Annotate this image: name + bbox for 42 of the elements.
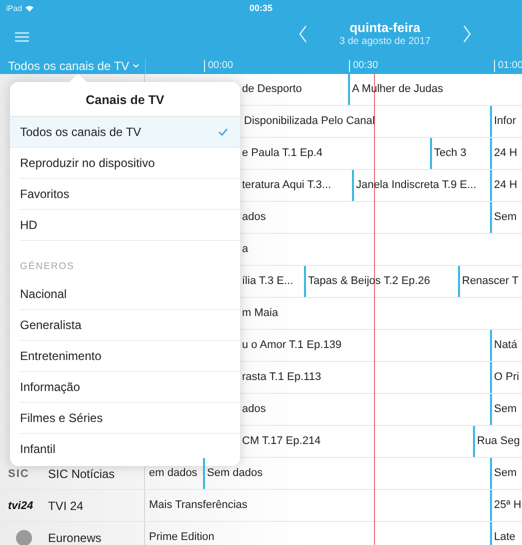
next-day-icon[interactable] (462, 24, 472, 42)
day-title: quinta-feira (348, 20, 422, 35)
device-label: iPad (6, 4, 22, 12)
program-entry[interactable]: e Paula T.1 Ep.4 (240, 138, 430, 169)
clock-time: 00:35 (248, 3, 274, 13)
program-entry[interactable]: CM T.17 Ep.214 (240, 426, 473, 457)
date-subtitle: 3 de agosto de 2017 (338, 36, 432, 47)
menu-item[interactable]: Informação (20, 372, 240, 403)
menu-item[interactable]: Todos os canais de TV (10, 117, 240, 148)
program-entry[interactable]: ília T.3 E... (240, 266, 304, 297)
program-entry[interactable]: ados (240, 394, 490, 425)
menu-item[interactable]: Favoritos (20, 179, 240, 210)
program-entry[interactable]: Mais Transferências (147, 490, 490, 521)
menu-item[interactable]: Filmes e Séries (20, 403, 240, 434)
menu-item[interactable]: Nacional (20, 279, 240, 310)
menu-item[interactable]: Generalista (20, 310, 240, 341)
program-entry[interactable]: Prime Edition (147, 522, 490, 545)
wifi-icon (25, 4, 34, 12)
program-entry[interactable]: rasta T.1 Ep.113 (240, 362, 490, 393)
program-entry[interactable]: m Maia (240, 298, 522, 329)
menu-icon[interactable] (15, 32, 29, 42)
program-entry[interactable]: Late (490, 522, 522, 545)
time-label: 00:30 (349, 60, 378, 72)
checkmark-icon (218, 128, 228, 136)
channel-name: TVI 24 (48, 498, 84, 512)
time-label: 00:00 (204, 60, 234, 72)
section-header: GÉNEROS (20, 260, 76, 274)
channel-logo: tvi24 (8, 500, 34, 512)
channel-name: Euronews (48, 530, 102, 544)
channel-logo: SIC (8, 468, 30, 480)
program-entry[interactable]: de Desporto (240, 74, 348, 105)
program-entry[interactable]: u o Amor T.1 Ep.139 (240, 330, 490, 361)
menu-item[interactable]: Entretenimento (20, 341, 240, 372)
program-entry[interactable]: teratura Aqui T.3... (240, 170, 352, 201)
menu-item[interactable]: HD (20, 210, 240, 241)
menu-item[interactable]: Reproduzir no dispositivo (20, 148, 240, 179)
channel-name: SIC Notícias (48, 466, 115, 480)
program-entry[interactable]: ados (240, 202, 490, 233)
caret-icon (133, 64, 140, 68)
program-entry[interactable]: a (240, 234, 522, 265)
channel-logo-icon (15, 528, 33, 545)
previous-day-icon[interactable] (298, 24, 308, 42)
